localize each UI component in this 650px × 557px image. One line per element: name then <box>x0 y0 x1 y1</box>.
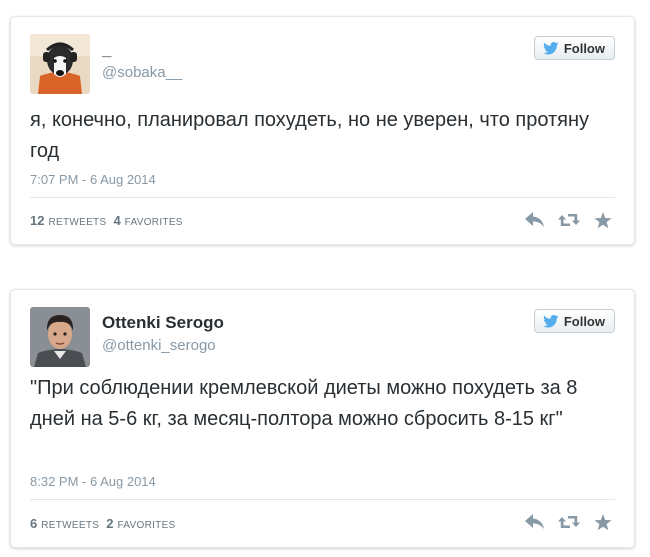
bird-icon <box>542 314 559 328</box>
follow-button[interactable]: Follow <box>533 309 615 333</box>
retweet-icon[interactable] <box>558 512 580 532</box>
user-name[interactable]: _ <box>102 40 111 60</box>
tweet-card: Ottenki Serogo @ottenki_serogo Follow "П… <box>10 289 635 548</box>
tweet-actions <box>524 210 614 230</box>
tweet-stats: 6 RETWEETS 2 FAVORITES <box>30 516 176 531</box>
retweet-count[interactable]: 12 RETWEETS <box>30 213 106 228</box>
user-handle[interactable]: @sobaka__ <box>102 64 182 81</box>
tweet-actions <box>524 512 614 532</box>
favorite-star-icon[interactable] <box>592 210 614 230</box>
avatar[interactable] <box>30 34 90 94</box>
favorite-count-number: 4 <box>113 213 121 228</box>
tweet-text: "При соблюдении кремлевской диеты можно … <box>30 377 578 430</box>
follow-label: Follow <box>563 40 605 56</box>
favorite-count[interactable]: 4 FAVORITES <box>113 213 182 228</box>
retweet-icon[interactable] <box>558 210 580 230</box>
retweet-count-number: 6 <box>30 516 38 531</box>
divider <box>30 499 615 500</box>
tweet-text: я, конечно, планировал похудеть, но не у… <box>30 109 590 162</box>
user-name[interactable]: Ottenki Serogo <box>102 313 224 333</box>
retweet-count[interactable]: 6 RETWEETS <box>30 516 99 531</box>
retweet-count-label: RETWEETS <box>41 520 100 531</box>
user-handle[interactable]: @ottenki_serogo <box>102 337 216 354</box>
favorite-count-number: 2 <box>106 516 114 531</box>
tweet-card: _ @sobaka__ Follow я, конечно, планирова… <box>10 16 635 245</box>
retweet-count-label: RETWEETS <box>48 217 107 228</box>
favorite-star-icon[interactable] <box>592 512 614 532</box>
follow-label: Follow <box>563 313 605 329</box>
timestamp-link[interactable]: 8:32 PM - 6 Aug 2014 <box>30 474 156 489</box>
reply-icon[interactable] <box>524 210 546 230</box>
tweet-stats: 12 RETWEETS 4 FAVORITES <box>30 213 183 228</box>
avatar[interactable] <box>30 307 90 367</box>
reply-icon[interactable] <box>524 512 546 532</box>
follow-button[interactable]: Follow <box>533 36 615 60</box>
favorite-count-label: FAVORITES <box>117 520 176 531</box>
divider <box>30 197 615 198</box>
favorite-count[interactable]: 2 FAVORITES <box>106 516 175 531</box>
bird-icon <box>542 41 559 55</box>
timestamp-link[interactable]: 7:07 PM - 6 Aug 2014 <box>30 172 156 187</box>
retweet-count-number: 12 <box>30 213 45 228</box>
favorite-count-label: FAVORITES <box>124 217 183 228</box>
